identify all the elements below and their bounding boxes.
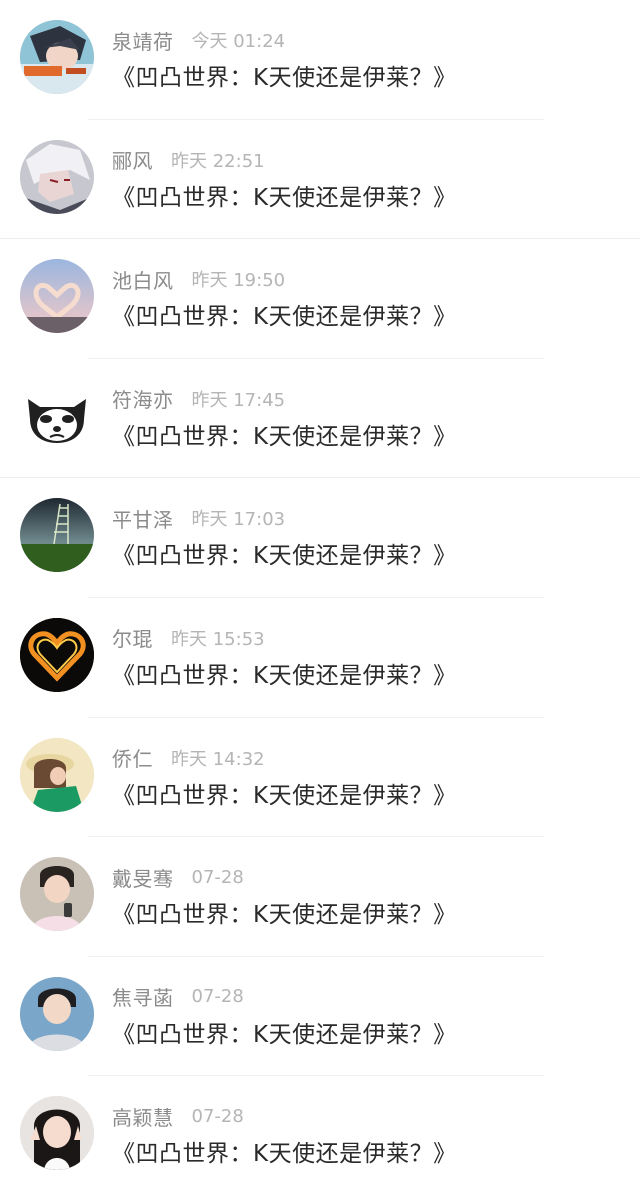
comment-meta: 郦风 昨天 22:51 — [112, 146, 265, 174]
list-item[interactable]: 戴旻骞 07-28 《凹凸世界：K天使还是伊莱？》 — [0, 837, 640, 957]
avatar[interactable] — [20, 976, 94, 1051]
avatar[interactable] — [20, 617, 94, 692]
user-name[interactable]: 郦风 — [112, 145, 153, 174]
avatar[interactable] — [20, 1096, 94, 1171]
fire-heart-avatar-icon — [20, 617, 94, 692]
avatar[interactable] — [20, 139, 94, 214]
timestamp: 昨天 22:51 — [171, 150, 265, 172]
avatar[interactable] — [20, 498, 94, 573]
comment-meta: 焦寻菡 07-28 — [112, 983, 244, 1011]
list-item[interactable]: 侨仁 昨天 14:32 《凹凸世界：K天使还是伊莱？》 — [0, 718, 640, 838]
heart-hands-sky-avatar-icon — [20, 259, 94, 334]
comment-text[interactable]: 《凹凸世界：K天使还是伊莱？》 — [112, 895, 457, 929]
comment-text[interactable]: 《凹凸世界：K天使还是伊莱？》 — [112, 1015, 457, 1049]
user-name[interactable]: 侨仁 — [112, 743, 153, 772]
anime-white-hair-avatar-icon — [20, 139, 94, 214]
user-name[interactable]: 平甘泽 — [112, 504, 174, 533]
timestamp: 昨天 15:53 — [171, 628, 265, 650]
boy-portrait-avatar-icon — [20, 976, 94, 1051]
timestamp: 昨天 17:45 — [191, 389, 286, 411]
user-name[interactable]: 尔琨 — [112, 623, 153, 652]
avatar[interactable] — [20, 259, 94, 334]
comment-text[interactable]: 《凹凸世界：K天使还是伊莱？》 — [112, 417, 457, 451]
avatar[interactable] — [20, 737, 94, 812]
comment-meta: 侨仁 昨天 14:32 — [112, 744, 265, 772]
comment-text[interactable]: 《凹凸世界：K天使还是伊莱？》 — [112, 297, 457, 331]
timestamp: 07-28 — [191, 986, 244, 1008]
user-name[interactable]: 泉靖荷 — [112, 26, 174, 55]
timestamp: 昨天 17:03 — [191, 509, 286, 531]
list-item[interactable]: 高颖慧 07-28 《凹凸世界：K天使还是伊莱？》 — [0, 1076, 640, 1196]
list-item[interactable]: 泉靖荷 今天 01:24 《凹凸世界：K天使还是伊莱？》 — [0, 0, 640, 120]
timestamp: 昨天 19:50 — [191, 270, 286, 292]
timestamp: 07-28 — [191, 1105, 244, 1127]
comment-text[interactable]: 《凹凸世界：K天使还是伊莱？》 — [112, 58, 457, 92]
anime-character-avatar-icon — [20, 20, 94, 94]
comment-text[interactable]: 《凹凸世界：K天使还是伊莱？》 — [112, 1134, 457, 1168]
timestamp: 今天 01:24 — [191, 31, 286, 52]
list-item[interactable]: 郦风 昨天 22:51 《凹凸世界：K天使还是伊莱？》 — [0, 120, 640, 240]
girl-hat-avatar-icon — [20, 737, 94, 812]
comment-meta: 池白风 昨天 19:50 — [112, 265, 285, 293]
list-item[interactable]: 平甘泽 昨天 17:03 《凹凸世界：K天使还是伊莱？》 — [0, 478, 640, 598]
comment-meta: 尔琨 昨天 15:53 — [112, 624, 265, 652]
boy-mirror-selfie-avatar-icon — [20, 857, 94, 932]
list-item[interactable]: 焦寻菡 07-28 《凹凸世界：K天使还是伊莱？》 — [0, 957, 640, 1077]
list-item[interactable]: 尔琨 昨天 15:53 《凹凸世界：K天使还是伊莱？》 — [0, 598, 640, 718]
comment-meta: 平甘泽 昨天 17:03 — [112, 504, 285, 532]
user-name[interactable]: 池白风 — [112, 265, 174, 294]
comment-text[interactable]: 《凹凸世界：K天使还是伊莱？》 — [112, 656, 457, 690]
comment-meta: 高颖慧 07-28 — [112, 1102, 244, 1130]
comment-meta: 戴旻骞 07-28 — [112, 863, 244, 891]
comment-meta: 符海亦 昨天 17:45 — [112, 385, 285, 413]
list-item[interactable]: 符海亦 昨天 17:45 《凹凸世界：K天使还是伊莱？》 — [0, 359, 640, 479]
grumpy-panda-avatar-icon — [20, 378, 94, 453]
user-name[interactable]: 戴旻骞 — [112, 863, 174, 892]
timestamp: 昨天 14:32 — [171, 748, 265, 770]
comment-text[interactable]: 《凹凸世界：K天使还是伊莱？》 — [112, 776, 457, 810]
avatar[interactable] — [20, 20, 94, 94]
list-item[interactable]: 池白风 昨天 19:50 《凹凸世界：K天使还是伊莱？》 — [0, 239, 640, 359]
avatar[interactable] — [20, 857, 94, 932]
comment-text[interactable]: 《凹凸世界：K天使还是伊莱？》 — [112, 536, 457, 570]
user-name[interactable]: 符海亦 — [112, 384, 174, 413]
user-name[interactable]: 高颖慧 — [112, 1102, 174, 1131]
grass-ladder-sky-avatar-icon — [20, 498, 94, 573]
avatar[interactable] — [20, 378, 94, 453]
comment-text[interactable]: 《凹凸世界：K天使还是伊莱？》 — [112, 178, 457, 212]
comment-list: 泉靖荷 今天 01:24 《凹凸世界：K天使还是伊莱？》 郦风 昨天 22:51… — [0, 0, 640, 1179]
girl-peace-sign-avatar-icon — [20, 1096, 94, 1171]
comment-meta: 泉靖荷 今天 01:24 — [112, 26, 285, 54]
timestamp: 07-28 — [191, 866, 244, 888]
user-name[interactable]: 焦寻菡 — [112, 982, 174, 1011]
